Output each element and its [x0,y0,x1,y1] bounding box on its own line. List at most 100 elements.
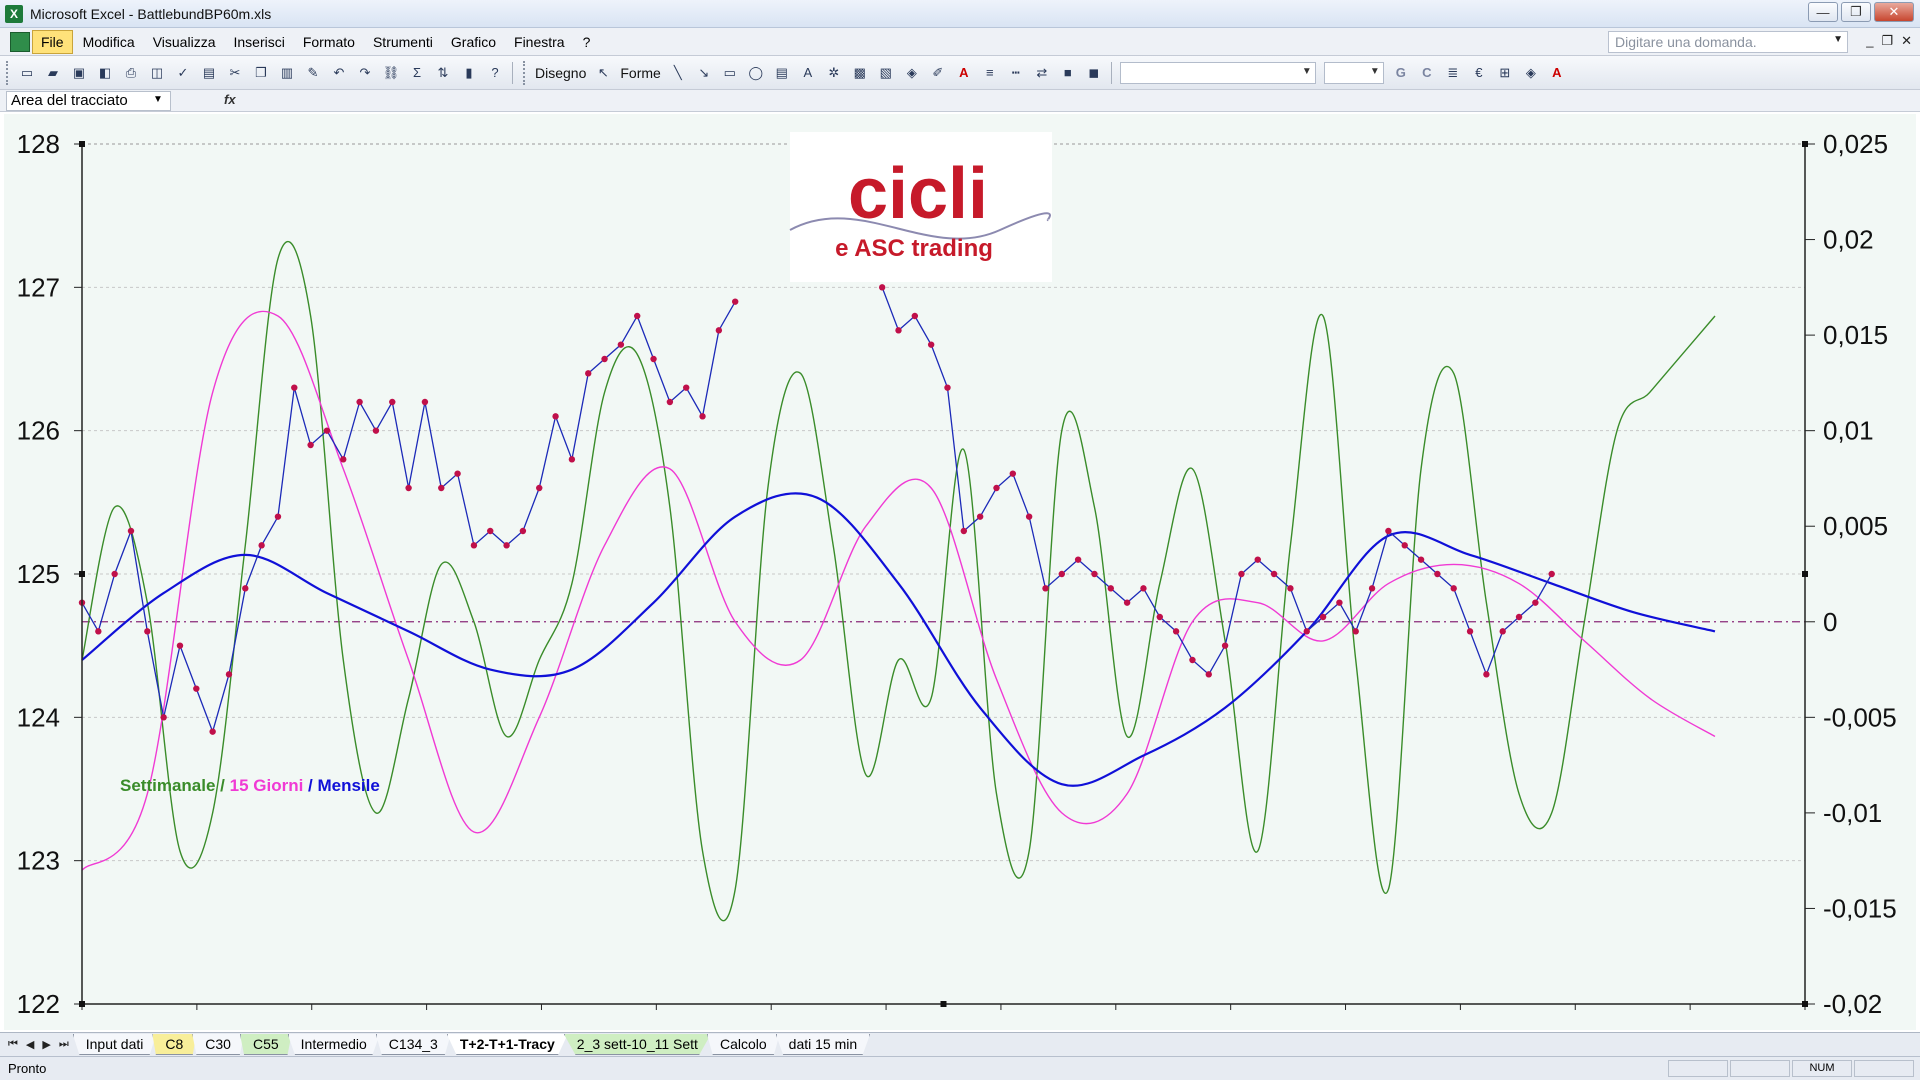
left-axis-tick-label: 125 [17,559,60,589]
price-point [1042,585,1049,592]
tab-intermedio[interactable]: Intermedio [287,1034,380,1055]
tab-navigation: ⏮ ◀ ▶ ⏭ [8,1038,69,1051]
line-color-icon[interactable]: ✐ [927,62,949,84]
picture-icon[interactable]: ▧ [875,62,897,84]
bold-button[interactable]: G [1390,62,1412,84]
draw-menu-button[interactable]: Disegno [535,65,586,81]
restore-button[interactable]: ❐ [1841,2,1871,22]
research-icon[interactable]: ▤ [198,62,220,84]
menu-strumenti[interactable]: Strumenti [365,31,441,53]
first-sheet-icon[interactable]: ⏮ [8,1038,18,1051]
toolbar-grip[interactable] [523,60,528,85]
tab-dati-15-min[interactable]: dati 15 min [775,1034,871,1055]
price-point [960,527,968,535]
toolbar-grip[interactable] [6,60,11,85]
menu-modifica[interactable]: Modifica [75,31,143,53]
ask-question-placeholder: Digitare una domanda. [1615,34,1757,50]
3d-style-icon[interactable]: ◼ [1083,62,1105,84]
tab-tracy[interactable]: T+2-T+1-Tracy [446,1034,568,1055]
autosum-icon[interactable]: Σ [406,62,428,84]
font-color-icon[interactable]: A [953,62,975,84]
autoshapes-menu-button[interactable]: Forme [620,65,660,81]
format-painter-icon[interactable]: ✎ [302,62,324,84]
text-color-icon[interactable]: A [1546,62,1568,84]
doc-close-button[interactable]: ✕ [1901,33,1912,49]
prev-sheet-icon[interactable]: ◀ [26,1038,34,1051]
rectangle-tool-icon[interactable]: ▭ [719,62,741,84]
last-sheet-icon[interactable]: ⏭ [59,1038,69,1051]
tab-input-dati[interactable]: Input dati [72,1034,157,1055]
doc-restore-button[interactable]: ❐ [1881,33,1893,49]
arrow-tool-icon[interactable]: ↘ [693,62,715,84]
shadow-icon[interactable]: ■ [1057,62,1079,84]
select-pointer-icon[interactable]: ↖ [592,62,614,84]
chevron-down-icon[interactable]: ▼ [1833,34,1843,45]
euro-button[interactable]: € [1468,62,1490,84]
wordart-icon[interactable]: A [797,62,819,84]
tab-c30[interactable]: C30 [192,1034,244,1055]
tab-sett[interactable]: 2_3 sett-10_11 Sett [563,1034,711,1055]
clipart-icon[interactable]: ▩ [849,62,871,84]
sort-icon[interactable]: ⇅ [432,62,454,84]
chevron-down-icon[interactable]: ▼ [153,94,163,105]
doc-minimize-button[interactable]: _ [1866,33,1873,49]
redo-icon[interactable]: ↷ [354,62,376,84]
fill-bucket-icon[interactable]: ◈ [1520,62,1542,84]
insert-function-button[interactable]: fx [224,92,236,107]
font-name-combo[interactable]: ▼ [1119,61,1316,84]
new-document-icon[interactable]: ▭ [16,62,38,84]
print-preview-icon[interactable]: ◫ [146,62,168,84]
menu-grafico[interactable]: Grafico [443,31,504,53]
menu-finestra[interactable]: Finestra [506,31,573,53]
chart-area[interactable]: 128 127 126 125 124 123 122 0,025 0,02 0,015 0,01 0… [0,112,1920,1032]
save-icon[interactable]: ▣ [68,62,90,84]
permission-icon[interactable]: ◧ [94,62,116,84]
copy-icon[interactable]: ❐ [250,62,272,84]
italic-button[interactable]: C [1416,62,1438,84]
open-folder-icon[interactable]: ▰ [42,62,64,84]
price-point [601,355,608,363]
help-icon[interactable]: ? [484,62,506,84]
menu-file[interactable]: File [32,29,73,54]
font-size-combo[interactable]: ▼ [1323,61,1384,84]
paste-icon[interactable]: ▥ [276,62,298,84]
chart-wizard-icon[interactable]: ▮ [458,62,480,84]
workbook-icon[interactable] [10,31,30,52]
next-sheet-icon[interactable]: ▶ [42,1038,50,1051]
diagram-icon[interactable]: ✲ [823,62,845,84]
fill-color-icon[interactable]: ◈ [901,62,923,84]
tab-c134-3[interactable]: C134_3 [375,1034,451,1055]
borders-icon[interactable]: ⊞ [1494,62,1516,84]
textbox-tool-icon[interactable]: ▤ [771,62,793,84]
tab-c55[interactable]: C55 [239,1034,292,1055]
close-button[interactable]: ✕ [1874,2,1914,22]
chart-svg[interactable]: 128 127 126 125 124 123 122 0,025 0,02 0,015 0,01 0… [0,112,1920,1032]
menu-formato[interactable]: Formato [295,31,363,53]
line-tool-icon[interactable]: ╲ [667,62,689,84]
menu-help[interactable]: ? [575,31,599,53]
cut-icon[interactable]: ✂ [224,62,246,84]
menu-visualizza[interactable]: Visualizza [145,31,224,53]
menu-inserisci[interactable]: Inserisci [225,31,292,53]
line-style-icon[interactable]: ≡ [979,62,1001,84]
selection-handle [940,1001,947,1007]
spelling-icon[interactable]: ✓ [172,62,194,84]
minimize-button[interactable]: — [1808,2,1838,22]
price-point [1548,570,1555,578]
oval-tool-icon[interactable]: ◯ [745,62,767,84]
ask-question-input[interactable]: Digitare una domanda. ▼ [1608,31,1848,53]
price-point [421,398,429,406]
align-icon[interactable]: ≣ [1442,62,1464,84]
excel-icon[interactable]: X [5,4,23,23]
hyperlink-icon[interactable]: ⛓ [380,62,402,84]
arrow-style-icon[interactable]: ⇄ [1031,62,1053,84]
print-icon[interactable]: ⎙ [120,62,142,84]
undo-icon[interactable]: ↶ [328,62,350,84]
price-point [1172,628,1180,635]
price-point [666,398,674,406]
price-point [1352,628,1359,635]
dash-style-icon[interactable]: ┅ [1005,62,1027,84]
name-box[interactable]: Area del tracciato [6,91,171,111]
tab-calcolo[interactable]: Calcolo [706,1034,780,1055]
tab-c8[interactable]: C8 [152,1034,197,1055]
